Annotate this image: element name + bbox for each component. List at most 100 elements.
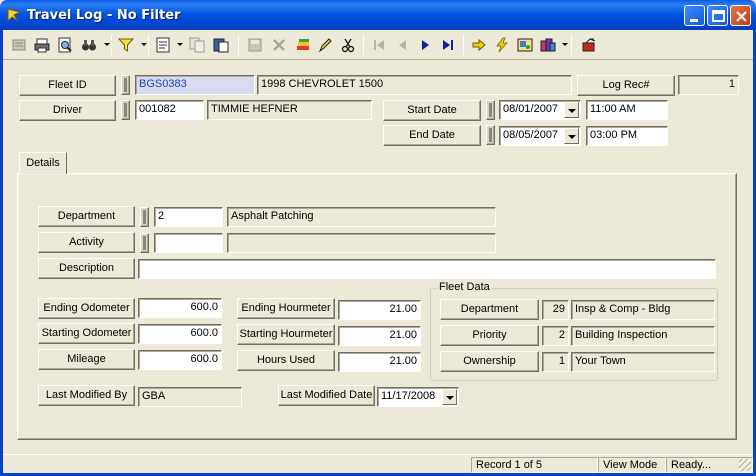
maximize-icon	[712, 10, 725, 22]
start-time-field[interactable]: 11:00 AM	[586, 100, 668, 120]
starting-odometer-field[interactable]: 600.0	[138, 324, 222, 344]
window-title: Travel Log - No Filter	[27, 8, 181, 23]
export-icon[interactable]	[579, 35, 599, 55]
driver-indicator	[121, 100, 130, 120]
chevron-down-icon[interactable]	[104, 43, 110, 46]
edit-icon[interactable]	[315, 35, 335, 55]
fleet-id-field[interactable]: BGS0383	[135, 75, 255, 95]
starting-hourmeter-field[interactable]: 21.00	[338, 326, 421, 346]
department-button[interactable]: Department	[38, 206, 135, 227]
starting-odometer-label: Starting Odometer	[38, 323, 135, 344]
app-icon	[6, 7, 22, 23]
close-button[interactable]	[730, 5, 751, 26]
toolbar-separator	[111, 35, 112, 55]
fleet-department-code: 29	[542, 300, 569, 320]
report-icon[interactable]	[153, 35, 173, 55]
last-modified-date-label: Last Modified Date	[278, 385, 375, 406]
end-date-field[interactable]: 08/05/2007	[499, 126, 581, 146]
mileage-field[interactable]: 600.0	[138, 350, 222, 370]
end-date-value: 08/05/2007	[503, 129, 559, 141]
ownership-name: Your Town	[571, 352, 715, 372]
chevron-down-icon[interactable]	[442, 389, 457, 405]
ending-hourmeter-label: Ending Hourmeter	[237, 298, 335, 319]
books-icon[interactable]	[538, 35, 558, 55]
priority-code: 2	[542, 326, 569, 346]
start-date-button[interactable]: Start Date	[383, 100, 481, 121]
maximize-button[interactable]	[707, 5, 728, 26]
ownership-button[interactable]: Ownership	[440, 351, 539, 372]
record-status: Record 1 of 5	[471, 457, 598, 473]
mileage-label: Mileage	[38, 349, 135, 370]
ending-hourmeter-field[interactable]: 21.00	[338, 300, 421, 320]
end-time-field[interactable]: 03:00 PM	[586, 126, 668, 146]
activity-code-field[interactable]	[154, 233, 223, 253]
filter-icon[interactable]	[116, 35, 136, 55]
last-modified-date-value: 11/17/2008	[381, 390, 436, 402]
tab-details[interactable]: Details	[19, 152, 67, 174]
log-rec-button[interactable]: Log Rec#	[577, 75, 675, 96]
fleet-department-button[interactable]: Department	[440, 299, 539, 320]
save-icon[interactable]	[245, 35, 265, 55]
mode-status: View Mode	[598, 457, 666, 473]
end-date-button[interactable]: End Date	[383, 125, 481, 146]
starting-hourmeter-label: Starting Hourmeter	[237, 324, 335, 345]
last-modified-date-field[interactable]: 11/17/2008	[377, 387, 459, 407]
driver-name-field: TIMMIE HEFNER	[207, 100, 372, 120]
previous-record-icon[interactable]	[393, 35, 413, 55]
log-rec-field: 1	[678, 75, 739, 95]
resize-grip[interactable]	[739, 459, 751, 471]
fleet-data-title: Fleet Data	[437, 281, 492, 293]
lightning-icon[interactable]	[492, 35, 512, 55]
toolbar-separator	[148, 35, 149, 55]
copy-icon[interactable]	[187, 35, 207, 55]
print-icon[interactable]	[32, 35, 52, 55]
description-button[interactable]: Description	[38, 258, 135, 279]
department-indicator	[140, 207, 149, 227]
chevron-down-icon[interactable]	[141, 43, 147, 46]
priority-button[interactable]: Priority	[440, 325, 539, 346]
fleet-description-field: 1998 CHEVROLET 1500	[257, 75, 572, 95]
priority-name: Building Inspection	[571, 326, 715, 346]
start-date-field[interactable]: 08/01/2007	[499, 100, 581, 120]
department-code-field[interactable]: 2	[154, 207, 223, 227]
ending-odometer-field[interactable]: 600.0	[138, 298, 222, 318]
last-modified-by-label: Last Modified By	[38, 385, 135, 406]
minimize-button[interactable]	[684, 5, 705, 26]
binoculars-icon[interactable]	[79, 35, 99, 55]
start-date-value: 08/01/2007	[503, 103, 559, 115]
last-modified-by-field: GBA	[138, 387, 242, 407]
close-icon	[736, 11, 747, 22]
record-icon[interactable]	[9, 35, 29, 55]
cut-icon[interactable]	[338, 35, 358, 55]
driver-id-field[interactable]: 001082	[135, 100, 204, 120]
layers-icon[interactable]	[293, 35, 313, 55]
hours-used-field[interactable]: 21.00	[338, 352, 421, 372]
picture-icon[interactable]	[515, 35, 535, 55]
print-preview-icon[interactable]	[55, 35, 75, 55]
activity-name-field	[227, 233, 496, 253]
goto-icon[interactable]	[469, 35, 489, 55]
fleet-department-name: Insp & Comp - Bldg	[571, 300, 715, 320]
chevron-down-icon[interactable]	[564, 102, 579, 118]
activity-indicator	[140, 233, 149, 253]
minimize-icon	[690, 19, 698, 22]
fleet-id-indicator	[121, 75, 130, 95]
description-field[interactable]	[138, 259, 716, 279]
chevron-down-icon[interactable]	[177, 43, 183, 46]
end-date-indicator	[486, 125, 495, 145]
window-frame-left	[0, 30, 3, 476]
last-record-icon[interactable]	[438, 35, 458, 55]
driver-button[interactable]: Driver	[19, 100, 116, 121]
toolbar	[3, 30, 753, 60]
paste-icon[interactable]	[211, 35, 231, 55]
activity-button[interactable]: Activity	[38, 232, 135, 253]
chevron-down-icon[interactable]	[564, 128, 579, 144]
fleet-id-button[interactable]: Fleet ID	[19, 75, 116, 96]
start-date-indicator	[486, 100, 495, 120]
delete-icon[interactable]	[269, 35, 289, 55]
toolbar-separator	[571, 35, 572, 55]
first-record-icon[interactable]	[369, 35, 389, 55]
toolbar-separator	[238, 35, 239, 55]
next-record-icon[interactable]	[415, 35, 435, 55]
chevron-down-icon[interactable]	[562, 43, 568, 46]
